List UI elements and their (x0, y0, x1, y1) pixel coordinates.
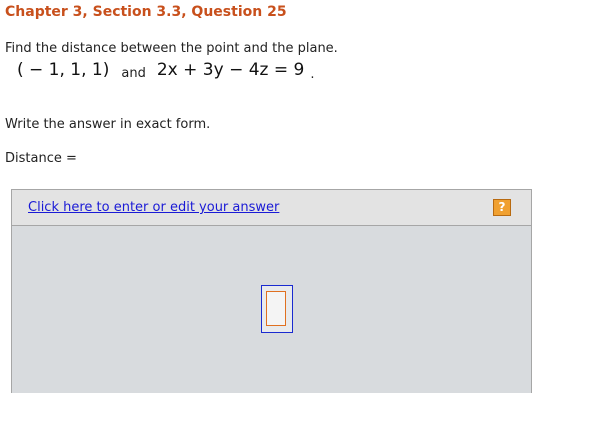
answer-instruction: Write the answer in exact form. (5, 117, 211, 132)
answer-input-box[interactable] (261, 285, 293, 333)
distance-label: Distance = (5, 151, 77, 166)
connector-text: and (121, 66, 146, 81)
question-page: Chapter 3, Section 3.3, Question 25 Find… (0, 0, 608, 431)
answer-panel-header: Click here to enter or edit your answer … (12, 190, 531, 226)
answer-input-slot[interactable] (266, 291, 286, 326)
question-mark-icon[interactable]: ? (493, 199, 511, 216)
plane-equation: 2x + 3y − 4z = 9 (156, 60, 305, 80)
math-expression: ( − 1, 1, 1) and 2x + 3y − 4z = 9 . (17, 60, 314, 86)
edit-answer-link[interactable]: Click here to enter or edit your answer (28, 200, 279, 215)
question-title: Chapter 3, Section 3.3, Question 25 (5, 4, 287, 20)
sentence-period: . (310, 67, 315, 82)
point-coordinates: ( − 1, 1, 1) (17, 60, 110, 80)
question-prompt: Find the distance between the point and … (5, 41, 338, 56)
answer-panel: Click here to enter or edit your answer … (11, 189, 532, 393)
